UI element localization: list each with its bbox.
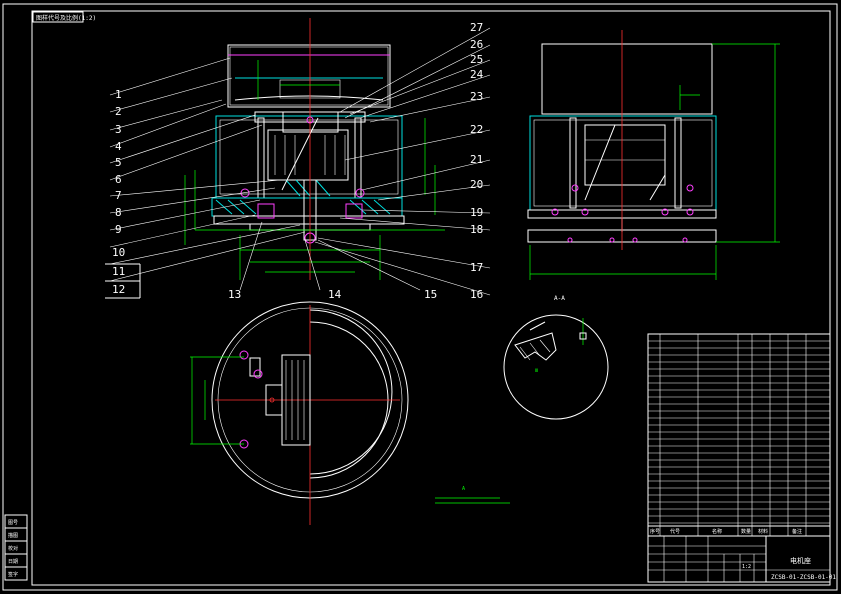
title-name: 电机座 <box>790 556 811 565</box>
svg-text:26: 26 <box>470 38 483 51</box>
svg-text:12: 12 <box>112 283 125 296</box>
title-drawing-number: ZCSB-01-ZCSB-01-01 <box>771 574 836 581</box>
svg-text:数量: 数量 <box>741 528 751 535</box>
svg-text:4: 4 <box>115 140 122 153</box>
cad-drawing-canvas: 图样代号及比例(1:2) 图号 描图 校对 日期 签字 1 2 3 4 5 6 … <box>2 3 838 591</box>
svg-text:23: 23 <box>470 90 483 103</box>
svg-text:材料: 材料 <box>758 528 768 535</box>
svg-text:21: 21 <box>470 153 483 166</box>
svg-text:3: 3 <box>115 123 122 136</box>
svg-text:14: 14 <box>328 288 342 301</box>
svg-text:6: 6 <box>115 173 122 186</box>
corner-tag: 图样代号及比例(1:2) <box>36 14 96 22</box>
svg-text:5: 5 <box>115 156 122 169</box>
svg-text:代号: 代号 <box>670 528 680 535</box>
svg-text:27: 27 <box>470 21 483 34</box>
bom-table: 序号 代号 名称 数量 材料 备注 <box>647 333 831 537</box>
title-block: 电机座 ZCSB-01-ZCSB-01-01 1:2 <box>647 535 836 583</box>
svg-text:8: 8 <box>115 206 122 219</box>
svg-text:Ⅲ: Ⅲ <box>535 368 538 374</box>
svg-text:1: 1 <box>115 88 122 101</box>
svg-text:19: 19 <box>470 206 483 219</box>
title-scale: 1:2 <box>742 564 751 570</box>
svg-text:16: 16 <box>470 288 483 301</box>
svg-text:17: 17 <box>470 261 483 274</box>
svg-text:24: 24 <box>470 68 484 81</box>
svg-text:签字: 签字 <box>8 571 18 578</box>
svg-text:描图: 描图 <box>8 532 18 539</box>
section-aa-detail: A-A Ⅲ <box>503 295 609 420</box>
svg-text:10: 10 <box>112 246 125 259</box>
svg-text:校对: 校对 <box>8 545 18 552</box>
section-aa-label: A-A <box>554 295 565 302</box>
svg-text:18: 18 <box>470 223 483 236</box>
svg-text:A: A <box>462 486 465 492</box>
svg-text:序号: 序号 <box>650 528 660 535</box>
svg-text:25: 25 <box>470 53 483 66</box>
bottom-leaders: 13 14 15 <box>228 221 437 301</box>
svg-text:11: 11 <box>112 265 125 278</box>
svg-text:名称: 名称 <box>712 528 722 535</box>
svg-text:13: 13 <box>228 288 241 301</box>
svg-text:2: 2 <box>115 105 122 118</box>
svg-text:9: 9 <box>115 223 122 236</box>
plan-view: A <box>190 301 510 525</box>
svg-text:15: 15 <box>424 288 437 301</box>
svg-text:7: 7 <box>115 189 122 202</box>
left-strip: 图号 描图 校对 日期 签字 <box>4 514 28 581</box>
svg-text:20: 20 <box>470 178 483 191</box>
svg-text:22: 22 <box>470 123 483 136</box>
svg-text:日期: 日期 <box>8 559 18 565</box>
svg-text:备注: 备注 <box>792 528 802 535</box>
side-view <box>527 30 780 280</box>
svg-text:图号: 图号 <box>8 520 18 526</box>
